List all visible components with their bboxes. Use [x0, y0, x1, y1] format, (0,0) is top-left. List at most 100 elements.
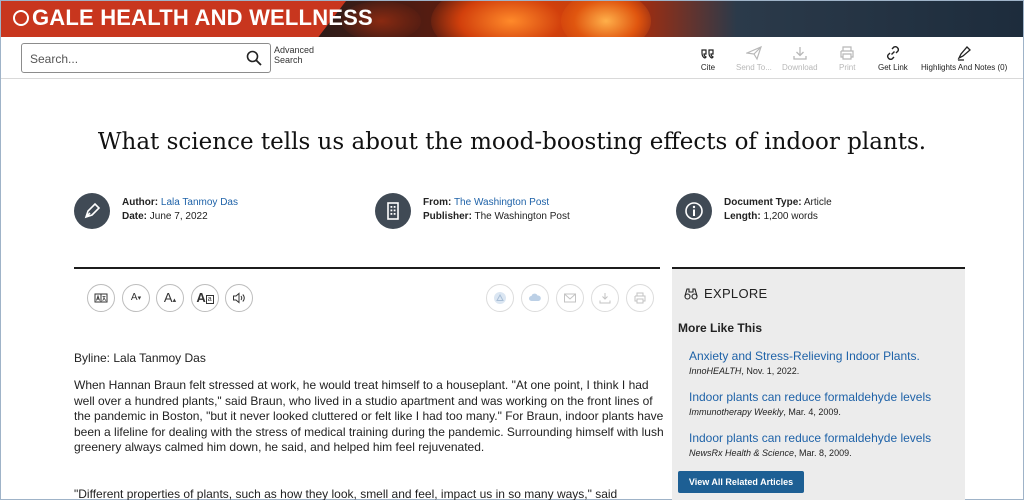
doctype-meta: Document Type: Article Length: 1,200 wor…	[676, 193, 926, 233]
quote-icon	[701, 49, 715, 59]
speaker-icon	[233, 292, 245, 304]
info-badge	[676, 193, 712, 229]
banner-decoration	[561, 1, 651, 37]
source-name: InnoHEALTH	[689, 366, 742, 376]
toolbar: Advanced Search Cite Send To... Download…	[1, 37, 1023, 79]
source-name: Immunotherapy Weekly	[689, 407, 784, 417]
search-icon[interactable]	[246, 50, 262, 66]
author-label: Author:	[122, 197, 159, 208]
header-banner: GALE HEALTH AND WELLNESS	[1, 1, 1023, 37]
email-button[interactable]	[556, 284, 584, 312]
printer-icon	[634, 292, 646, 304]
explore-heading: EXPLORE	[684, 286, 768, 301]
related-article: Indoor plants can reduce formaldehyde le…	[689, 390, 959, 417]
author-badge	[74, 193, 110, 229]
font-style-label: Aa	[196, 290, 214, 305]
listen-button[interactable]	[225, 284, 253, 312]
font-a-glyph: A	[163, 290, 173, 305]
author-meta: Author: Lala Tanmoy Das Date: June 7, 20…	[74, 193, 334, 233]
highlights-notes-button[interactable]: Highlights And Notes (0)	[921, 45, 1007, 72]
binoculars-icon	[684, 288, 698, 300]
info-icon	[685, 202, 703, 220]
cloud-icon	[529, 293, 541, 301]
source-badge	[375, 193, 411, 229]
font-a-glyph: A	[196, 290, 206, 305]
printer-icon	[840, 46, 854, 60]
site-title-label: GALE HEALTH AND WELLNESS	[32, 5, 373, 30]
advanced-search-link[interactable]: Advanced Search	[274, 45, 334, 65]
link-icon	[886, 46, 899, 60]
search-box	[21, 43, 271, 73]
publisher-label: Publisher:	[423, 211, 472, 222]
send-to-button[interactable]: Send To...	[736, 45, 772, 72]
advanced-search-line2: Search	[274, 55, 303, 65]
send-to-label: Send To...	[736, 63, 772, 72]
from-link[interactable]: The Washington Post	[454, 197, 549, 208]
get-link-button[interactable]: Get Link	[878, 45, 908, 72]
print-doc-button[interactable]	[626, 284, 654, 312]
font-a-glyph: A	[130, 292, 138, 303]
envelope-icon	[564, 293, 576, 303]
length-value: 1,200 words	[763, 211, 818, 222]
paper-plane-icon	[745, 45, 762, 61]
pen-nib-icon	[84, 202, 101, 219]
date-label: Date:	[122, 211, 148, 222]
content-divider	[74, 267, 660, 269]
building-icon	[387, 202, 399, 220]
date-value: June 7, 2022	[149, 211, 208, 222]
increase-font-label: A▴	[163, 290, 177, 305]
related-article: Indoor plants can reduce formaldehyde le…	[689, 431, 959, 458]
related-article-link[interactable]: Indoor plants can reduce formaldehyde le…	[689, 431, 959, 445]
source-date: , Nov. 1, 2022.	[741, 366, 800, 376]
byline: Byline: Lala Tanmoy Das	[74, 351, 206, 365]
doctype-value: Article	[803, 197, 832, 208]
increase-font-button[interactable]: A▴	[156, 284, 184, 312]
google-drive-button[interactable]	[486, 284, 514, 312]
explore-heading-label: EXPLORE	[704, 286, 768, 301]
decrease-font-label: A▾	[130, 292, 142, 303]
body-paragraph: When Hannan Braun felt stressed at work,…	[74, 378, 664, 454]
more-like-this-heading: More Like This	[678, 321, 763, 335]
related-article: Anxiety and Stress-Relieving Indoor Plan…	[689, 349, 959, 376]
body-paragraph: "Different properties of plants, such as…	[74, 487, 618, 500]
site-title[interactable]: GALE HEALTH AND WELLNESS	[13, 5, 373, 31]
related-article-link[interactable]: Indoor plants can reduce formaldehyde le…	[689, 390, 959, 404]
author-link[interactable]: Lala Tanmoy Das	[161, 197, 238, 208]
highlights-notes-label: Highlights And Notes (0)	[921, 63, 1008, 72]
cite-label: Cite	[700, 63, 716, 72]
print-button[interactable]: Print	[839, 45, 855, 72]
search-input[interactable]	[30, 50, 240, 68]
doctype-label: Document Type:	[724, 197, 802, 208]
download-icon	[599, 293, 611, 304]
download-label: Download	[782, 63, 818, 72]
related-article-link[interactable]: Anxiety and Stress-Relieving Indoor Plan…	[689, 349, 959, 363]
download-doc-button[interactable]	[591, 284, 619, 312]
cite-button[interactable]: Cite	[700, 45, 716, 72]
explore-panel: EXPLORE More Like This Anxiety and Stres…	[672, 267, 965, 500]
onedrive-button[interactable]	[521, 284, 549, 312]
decrease-font-button[interactable]: A▾	[122, 284, 150, 312]
source-meta: From: The Washington Post Publisher: The…	[375, 193, 635, 233]
from-label: From:	[423, 197, 452, 208]
get-link-label: Get Link	[878, 63, 908, 72]
download-button[interactable]: Download	[782, 45, 818, 72]
source-name: NewsRx Health & Science	[689, 448, 795, 458]
print-label: Print	[839, 63, 856, 72]
document-title: What science tells us about the mood-boo…	[97, 129, 927, 155]
source-date: , Mar. 4, 2009.	[783, 407, 841, 417]
google-drive-icon	[494, 292, 506, 304]
advanced-search-line1: Advanced	[274, 45, 315, 55]
gale-logo-icon	[13, 10, 29, 26]
related-article-source: InnoHEALTH, Nov. 1, 2022.	[689, 366, 959, 376]
related-article-source: Immunotherapy Weekly, Mar. 4, 2009.	[689, 407, 959, 417]
related-article-source: NewsRx Health & Science, Mar. 8, 2009.	[689, 448, 959, 458]
length-label: Length:	[724, 211, 761, 222]
view-all-related-button[interactable]: View All Related Articles	[678, 471, 804, 493]
translate-icon	[94, 293, 108, 303]
highlighter-icon	[957, 46, 972, 61]
translate-button[interactable]	[87, 284, 115, 312]
download-icon	[793, 47, 807, 60]
source-date: , Mar. 8, 2009.	[794, 448, 852, 458]
publisher-value: The Washington Post	[474, 211, 570, 222]
font-style-button[interactable]: Aa	[191, 284, 219, 312]
